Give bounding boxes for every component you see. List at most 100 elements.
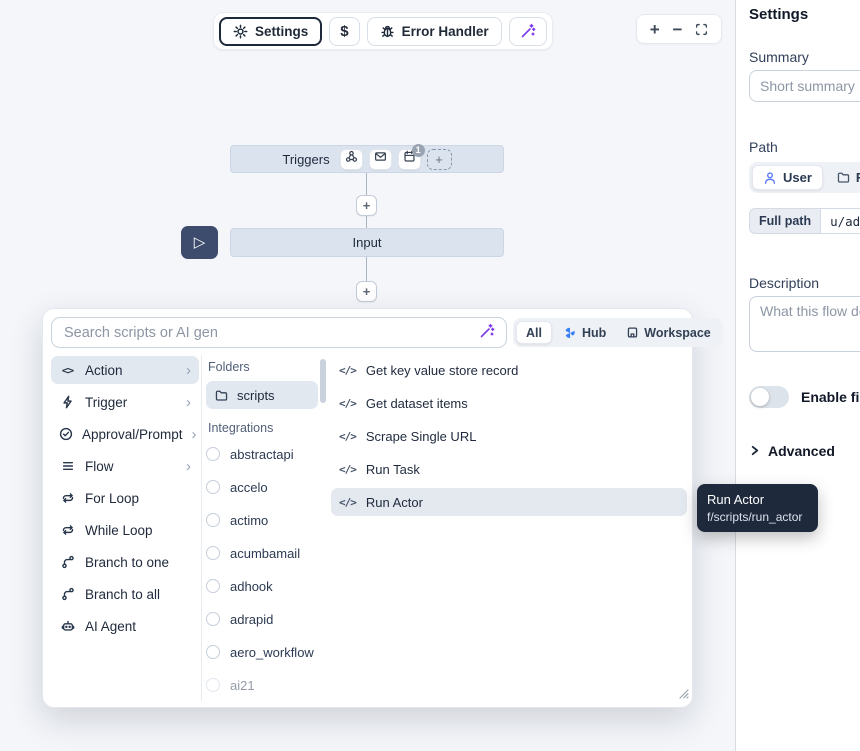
- sidebar-item-branch-to-all[interactable]: Branch to all: [51, 580, 199, 608]
- ai-generate-button[interactable]: [466, 318, 506, 347]
- billing-button[interactable]: $: [329, 17, 359, 46]
- panel-title: Settings: [749, 6, 808, 23]
- integration-item-ai21[interactable]: ai21: [206, 673, 318, 697]
- folder-icon: [215, 389, 228, 402]
- settings-button[interactable]: Settings: [219, 17, 322, 46]
- integration-item-adhook[interactable]: adhook: [206, 574, 318, 598]
- zoom-out-icon[interactable]: −: [673, 21, 683, 38]
- flow-editor-window: Settings $ Error Handler + − Triggers: [0, 0, 860, 751]
- chevron-right-icon: ›: [186, 363, 191, 378]
- chevron-right-icon: [749, 444, 760, 459]
- sidebar-item-action[interactable]: <>Action›: [51, 356, 199, 384]
- zoom-in-icon[interactable]: +: [650, 21, 660, 38]
- sidebar-item-ai-agent[interactable]: AI Agent: [51, 612, 199, 640]
- script-search-field: [51, 317, 507, 348]
- summary-label: Summary: [749, 49, 809, 65]
- add-trigger-button[interactable]: +: [427, 149, 452, 170]
- advanced-label: Advanced: [768, 443, 835, 459]
- zoom-controls: + −: [636, 14, 722, 44]
- enable-toggle[interactable]: [749, 386, 789, 408]
- repeat-icon: [59, 491, 76, 505]
- sidebar-item-while-loop[interactable]: While Loop: [51, 516, 199, 544]
- script-item-run-task[interactable]: </>Run Task: [331, 455, 687, 483]
- sidebar-item-for-loop[interactable]: For Loop: [51, 484, 199, 512]
- full-path-row: Full path u/admin: [749, 208, 860, 234]
- dollar-icon: $: [340, 23, 348, 40]
- repeat-icon: [59, 523, 76, 537]
- input-node[interactable]: Input: [230, 228, 504, 257]
- input-node-label: Input: [353, 235, 382, 250]
- script-icon: </>: [339, 361, 356, 379]
- play-icon: ▷: [194, 235, 206, 250]
- connector-line: [366, 173, 367, 195]
- workspace-icon: [626, 326, 639, 339]
- insert-step-button[interactable]: +: [356, 195, 377, 216]
- tab-hub[interactable]: Hub: [554, 321, 615, 344]
- integration-item-abstractapi[interactable]: abstractapi: [206, 442, 318, 466]
- script-item-get-key-value-store-record[interactable]: </>Get key value store record: [331, 356, 687, 384]
- schedule-trigger-button[interactable]: 1: [398, 149, 421, 170]
- tab-workspace[interactable]: Workspace: [617, 321, 719, 344]
- user-icon: [763, 171, 777, 185]
- source-tabs: AllHubWorkspace: [513, 318, 723, 347]
- summary-input[interactable]: [749, 70, 860, 102]
- triggers-node[interactable]: Triggers 1 +: [230, 145, 504, 173]
- integration-logo-icon: [206, 612, 220, 626]
- script-item-run-actor[interactable]: </>Run Actor: [331, 488, 687, 516]
- mail-icon: [374, 150, 387, 168]
- top-toolbar: Settings $ Error Handler: [213, 12, 553, 50]
- email-trigger-button[interactable]: [369, 149, 392, 170]
- chevron-right-icon: ›: [192, 427, 197, 442]
- full-path-label: Full path: [749, 208, 820, 234]
- integration-item-adrapid[interactable]: adrapid: [206, 607, 318, 631]
- settings-panel: Settings Summary Path UserFolder Full pa…: [735, 0, 860, 751]
- scrollbar-thumb[interactable]: [320, 359, 326, 403]
- code-icon: <>: [59, 364, 76, 377]
- script-item-scrape-single-url[interactable]: </>Scrape Single URL: [331, 422, 687, 450]
- path-tab-folder[interactable]: Folder: [827, 165, 860, 190]
- advanced-section-toggle[interactable]: Advanced: [749, 443, 835, 459]
- sidebar-item-branch-to-one[interactable]: Branch to one: [51, 548, 199, 576]
- integration-logo-icon: [206, 447, 220, 461]
- script-icon: </>: [339, 493, 356, 511]
- integration-item-accelo[interactable]: accelo: [206, 475, 318, 499]
- integration-item-acumbamail[interactable]: acumbamail: [206, 541, 318, 565]
- integration-logo-icon: [206, 513, 220, 527]
- integration-logo-icon: [206, 579, 220, 593]
- script-icon: </>: [339, 427, 356, 445]
- resize-grip[interactable]: [677, 686, 689, 704]
- integration-item-aero-workflow[interactable]: aero_workflow: [206, 640, 318, 664]
- integration-item-actimo[interactable]: actimo: [206, 508, 318, 532]
- path-label: Path: [749, 139, 778, 155]
- chevron-right-icon: ›: [186, 395, 191, 410]
- zap-icon: [59, 395, 76, 409]
- script-item-get-dataset-items[interactable]: </>Get dataset items: [331, 389, 687, 417]
- settings-button-label: Settings: [255, 24, 308, 39]
- branch-icon: [59, 587, 76, 601]
- filters-column: Folders scripts Integrations abstractapi…: [206, 356, 318, 705]
- integration-logo-icon: [206, 645, 220, 659]
- webhook-trigger-button[interactable]: [340, 149, 363, 170]
- folders-label: Folders: [208, 360, 318, 374]
- insert-step-button[interactable]: +: [356, 281, 377, 302]
- check-circle-icon: [59, 427, 73, 441]
- run-flow-button[interactable]: ▷: [181, 226, 218, 259]
- fit-view-icon[interactable]: [695, 23, 708, 36]
- tab-all[interactable]: All: [516, 321, 552, 344]
- integrations-label: Integrations: [208, 421, 318, 435]
- folder-item-scripts[interactable]: scripts: [206, 381, 318, 409]
- path-tab-user[interactable]: User: [752, 165, 823, 190]
- error-handler-label: Error Handler: [402, 24, 489, 39]
- toggle-knob: [751, 388, 769, 406]
- ai-assistant-button[interactable]: [509, 17, 547, 46]
- full-path-value[interactable]: u/admin: [820, 208, 860, 234]
- tooltip-path: f/scripts/run_actor: [707, 510, 808, 524]
- script-search-input[interactable]: [52, 325, 466, 341]
- error-handler-button[interactable]: Error Handler: [367, 17, 502, 46]
- sidebar-item-approval-prompt[interactable]: Approval/Prompt›: [51, 420, 199, 448]
- sidebar-item-flow[interactable]: Flow›: [51, 452, 199, 480]
- sidebar-item-trigger[interactable]: Trigger›: [51, 388, 199, 416]
- description-textarea[interactable]: [749, 296, 860, 352]
- wand-icon: [479, 323, 495, 342]
- chevron-right-icon: ›: [186, 459, 191, 474]
